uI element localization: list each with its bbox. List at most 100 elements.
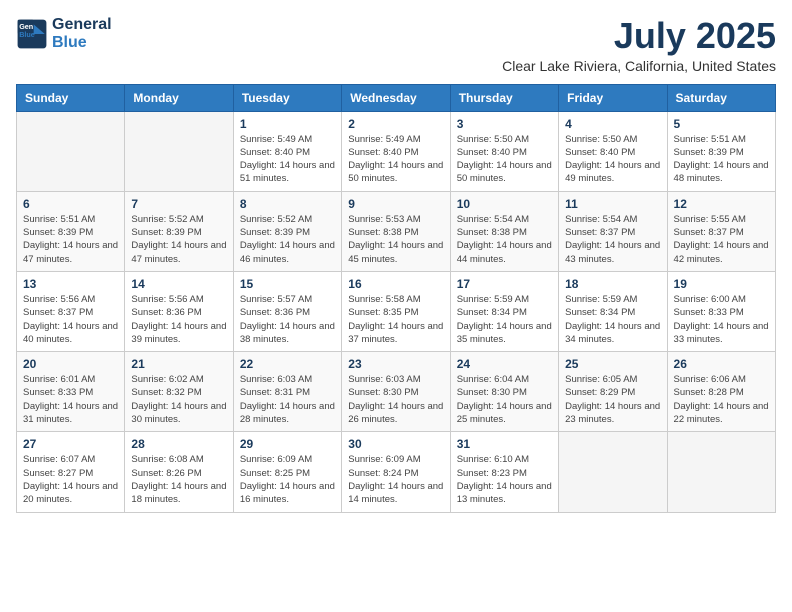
day-detail: Sunrise: 5:49 AMSunset: 8:40 PMDaylight:… [240,133,335,186]
weekday-header-friday: Friday [559,84,667,111]
calendar-week-4: 20 Sunrise: 6:01 AMSunset: 8:33 PMDayligh… [17,352,776,432]
day-detail: Sunrise: 6:06 AMSunset: 8:28 PMDaylight:… [674,373,769,426]
calendar-cell: 12 Sunrise: 5:55 AMSunset: 8:37 PMDayligh… [667,191,775,271]
weekday-header-thursday: Thursday [450,84,558,111]
day-detail: Sunrise: 5:50 AMSunset: 8:40 PMDaylight:… [565,133,660,186]
page-header: Gen Blue General Blue July 2025 Clear La… [16,16,776,74]
calendar-cell: 20 Sunrise: 6:01 AMSunset: 8:33 PMDayligh… [17,352,125,432]
calendar-cell: 9Sunrise: 5:53 AMSunset: 8:38 PMDaylight… [342,191,450,271]
day-detail: Sunrise: 6:02 AMSunset: 8:32 PMDaylight:… [131,373,226,426]
day-number: 17 [457,277,552,291]
weekday-header-sunday: Sunday [17,84,125,111]
day-detail: Sunrise: 6:09 AMSunset: 8:25 PMDaylight:… [240,453,335,506]
day-number: 10 [457,197,552,211]
calendar-cell: 13Sunrise: 5:56 AMSunset: 8:37 PMDayligh… [17,271,125,351]
day-number: 28 [131,437,226,451]
day-number: 1 [240,117,335,131]
calendar-cell: 26 Sunrise: 6:06 AMSunset: 8:28 PMDayligh… [667,352,775,432]
calendar-cell: 28 Sunrise: 6:08 AMSunset: 8:26 PMDayligh… [125,432,233,512]
calendar-cell [559,432,667,512]
calendar-cell [17,111,125,191]
day-detail: Sunrise: 6:03 AMSunset: 8:30 PMDaylight:… [348,373,443,426]
day-detail: Sunrise: 5:51 AMSunset: 8:39 PMDaylight:… [23,213,118,266]
day-detail: Sunrise: 6:08 AMSunset: 8:26 PMDaylight:… [131,453,226,506]
day-number: 26 [674,357,769,371]
calendar-cell: 8Sunrise: 5:52 AMSunset: 8:39 PMDaylight… [233,191,341,271]
calendar-week-1: 1 Sunrise: 5:49 AMSunset: 8:40 PMDaylight… [17,111,776,191]
day-number: 21 [131,357,226,371]
calendar-cell: 19Sunrise: 6:00 AMSunset: 8:33 PMDayligh… [667,271,775,351]
day-number: 30 [348,437,443,451]
calendar-cell: 11 Sunrise: 5:54 AMSunset: 8:37 PMDayligh… [559,191,667,271]
day-number: 3 [457,117,552,131]
calendar-cell: 17 Sunrise: 5:59 AMSunset: 8:34 PMDayligh… [450,271,558,351]
weekday-header-row: SundayMondayTuesdayWednesdayThursdayFrid… [17,84,776,111]
day-number: 27 [23,437,118,451]
title-block: July 2025 Clear Lake Riviera, California… [502,16,776,74]
day-detail: Sunrise: 5:59 AMSunset: 8:34 PMDaylight:… [565,293,660,346]
calendar-cell: 16Sunrise: 5:58 AMSunset: 8:35 PMDayligh… [342,271,450,351]
day-detail: Sunrise: 5:50 AMSunset: 8:40 PMDaylight:… [457,133,552,186]
day-number: 12 [674,197,769,211]
day-number: 31 [457,437,552,451]
logo-text-general: General [52,16,112,34]
day-detail: Sunrise: 5:55 AMSunset: 8:37 PMDaylight:… [674,213,769,266]
day-detail: Sunrise: 6:01 AMSunset: 8:33 PMDaylight:… [23,373,118,426]
day-number: 19 [674,277,769,291]
calendar-cell: 15 Sunrise: 5:57 AMSunset: 8:36 PMDayligh… [233,271,341,351]
day-detail: Sunrise: 5:56 AMSunset: 8:36 PMDaylight:… [131,293,226,346]
day-number: 29 [240,437,335,451]
day-detail: Sunrise: 5:57 AMSunset: 8:36 PMDaylight:… [240,293,335,346]
calendar-week-5: 27 Sunrise: 6:07 AMSunset: 8:27 PMDayligh… [17,432,776,512]
day-detail: Sunrise: 6:05 AMSunset: 8:29 PMDaylight:… [565,373,660,426]
calendar-cell: 3 Sunrise: 5:50 AMSunset: 8:40 PMDaylight… [450,111,558,191]
calendar-cell: 31 Sunrise: 6:10 AMSunset: 8:23 PMDayligh… [450,432,558,512]
day-detail: Sunrise: 6:07 AMSunset: 8:27 PMDaylight:… [23,453,118,506]
day-detail: Sunrise: 5:54 AMSunset: 8:37 PMDaylight:… [565,213,660,266]
logo: Gen Blue General Blue [16,16,112,51]
calendar-cell: 24 Sunrise: 6:04 AMSunset: 8:30 PMDayligh… [450,352,558,432]
day-detail: Sunrise: 5:54 AMSunset: 8:38 PMDaylight:… [457,213,552,266]
day-number: 7 [131,197,226,211]
calendar-cell: 7 Sunrise: 5:52 AMSunset: 8:39 PMDaylight… [125,191,233,271]
day-detail: Sunrise: 6:10 AMSunset: 8:23 PMDaylight:… [457,453,552,506]
day-number: 14 [131,277,226,291]
day-detail: Sunrise: 5:51 AMSunset: 8:39 PMDaylight:… [674,133,769,186]
calendar-cell: 23 Sunrise: 6:03 AMSunset: 8:30 PMDayligh… [342,352,450,432]
weekday-header-saturday: Saturday [667,84,775,111]
day-detail: Sunrise: 5:53 AMSunset: 8:38 PMDaylight:… [348,213,443,266]
weekday-header-tuesday: Tuesday [233,84,341,111]
day-number: 16 [348,277,443,291]
day-number: 24 [457,357,552,371]
svg-text:Blue: Blue [19,30,35,39]
day-number: 25 [565,357,660,371]
day-number: 6 [23,197,118,211]
day-number: 23 [348,357,443,371]
calendar-cell: 6 Sunrise: 5:51 AMSunset: 8:39 PMDaylight… [17,191,125,271]
day-number: 13 [23,277,118,291]
calendar-cell [667,432,775,512]
day-number: 2 [348,117,443,131]
calendar-cell [125,111,233,191]
day-detail: Sunrise: 5:52 AMSunset: 8:39 PMDaylight:… [240,213,335,266]
day-number: 4 [565,117,660,131]
calendar-cell: 18 Sunrise: 5:59 AMSunset: 8:34 PMDayligh… [559,271,667,351]
day-detail: Sunrise: 5:52 AMSunset: 8:39 PMDaylight:… [131,213,226,266]
day-detail: Sunrise: 5:59 AMSunset: 8:34 PMDaylight:… [457,293,552,346]
calendar-cell: 30Sunrise: 6:09 AMSunset: 8:24 PMDayligh… [342,432,450,512]
day-number: 20 [23,357,118,371]
calendar-cell: 29 Sunrise: 6:09 AMSunset: 8:25 PMDayligh… [233,432,341,512]
calendar-cell: 5Sunrise: 5:51 AMSunset: 8:39 PMDaylight… [667,111,775,191]
calendar-cell: 1 Sunrise: 5:49 AMSunset: 8:40 PMDaylight… [233,111,341,191]
weekday-header-monday: Monday [125,84,233,111]
day-number: 22 [240,357,335,371]
month-title: July 2025 [502,16,776,56]
day-detail: Sunrise: 6:04 AMSunset: 8:30 PMDaylight:… [457,373,552,426]
day-detail: Sunrise: 5:49 AMSunset: 8:40 PMDaylight:… [348,133,443,186]
day-number: 11 [565,197,660,211]
calendar-cell: 22Sunrise: 6:03 AMSunset: 8:31 PMDayligh… [233,352,341,432]
calendar-week-2: 6 Sunrise: 5:51 AMSunset: 8:39 PMDaylight… [17,191,776,271]
calendar-table: SundayMondayTuesdayWednesdayThursdayFrid… [16,84,776,513]
day-number: 18 [565,277,660,291]
day-number: 15 [240,277,335,291]
